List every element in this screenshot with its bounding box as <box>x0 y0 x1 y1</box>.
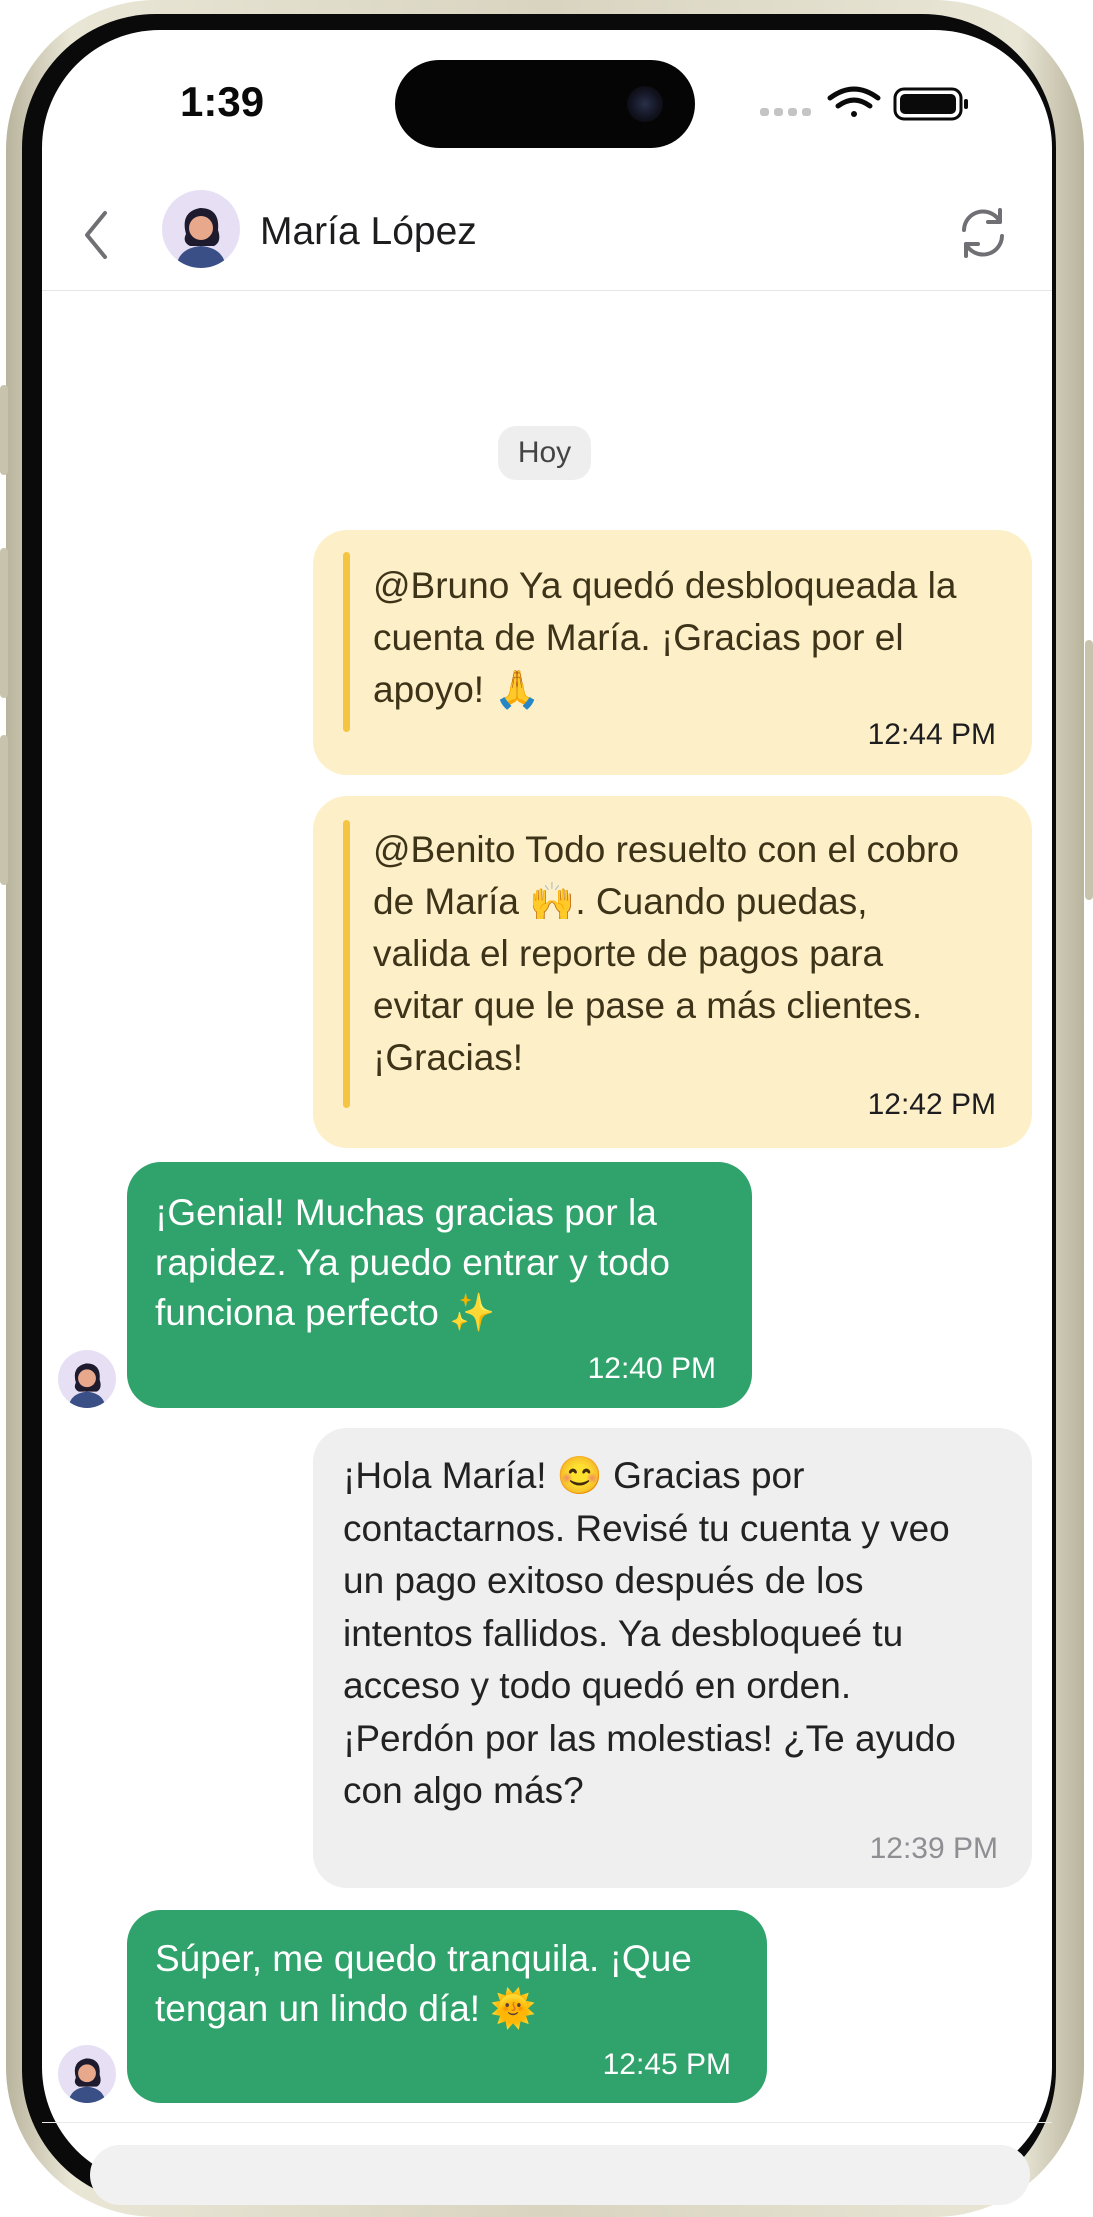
battery-icon <box>893 87 968 121</box>
agent-bubble: ¡Hola María! 😊 Gracias por contactarnos.… <box>313 1428 1032 1888</box>
date-chip: Hoy <box>498 426 591 480</box>
customer-bubble: Súper, me quedo tranquila. ¡Que tengan u… <box>127 1910 767 2103</box>
internal-note-bubble: @Benito Todo resuelto con el cobro de Ma… <box>313 796 1032 1148</box>
contact-name: María López <box>260 210 477 253</box>
message-text: ¡Genial! Muchas gracias por la rapidez. … <box>155 1192 670 1333</box>
message-text: Súper, me quedo tranquila. ¡Que tengan u… <box>155 1938 692 2029</box>
chevron-left-icon[interactable] <box>77 205 117 265</box>
action-button <box>0 385 8 475</box>
message-text: @Benito Todo resuelto con el cobro de Ma… <box>373 829 960 1078</box>
message-time: 12:39 PM <box>869 1832 998 1865</box>
wifi-icon <box>827 86 881 117</box>
message-time: 12:40 PM <box>587 1352 716 1385</box>
chat-header: María López <box>42 190 1052 291</box>
power-button <box>1085 640 1093 900</box>
status-time: 1:39 <box>180 78 265 125</box>
status-icons <box>760 84 980 124</box>
avatar[interactable] <box>162 190 240 268</box>
internal-note-bubble: @Bruno Ya quedó desbloqueada la cuenta d… <box>313 530 1032 775</box>
message-time: 12:45 PM <box>602 2048 731 2081</box>
cellular-signal-icon <box>760 108 811 116</box>
message-time: 12:44 PM <box>867 718 996 751</box>
volume-up-button <box>0 548 8 698</box>
message-text: ¡Hola María! 😊 Gracias por contactarnos.… <box>343 1455 956 1811</box>
note-accent-bar <box>343 820 350 1108</box>
customer-bubble: ¡Genial! Muchas gracias por la rapidez. … <box>127 1162 752 1408</box>
refresh-icon[interactable] <box>952 202 1014 264</box>
avatar <box>58 2045 116 2103</box>
volume-down-button <box>0 735 8 885</box>
message-composer[interactable] <box>90 2145 1030 2205</box>
camera-icon <box>627 86 663 122</box>
composer-divider <box>42 2122 1052 2123</box>
avatar <box>58 1350 116 1408</box>
note-accent-bar <box>343 552 350 732</box>
message-text: @Bruno Ya quedó desbloqueada la cuenta d… <box>373 565 957 710</box>
message-time: 12:42 PM <box>867 1088 996 1121</box>
